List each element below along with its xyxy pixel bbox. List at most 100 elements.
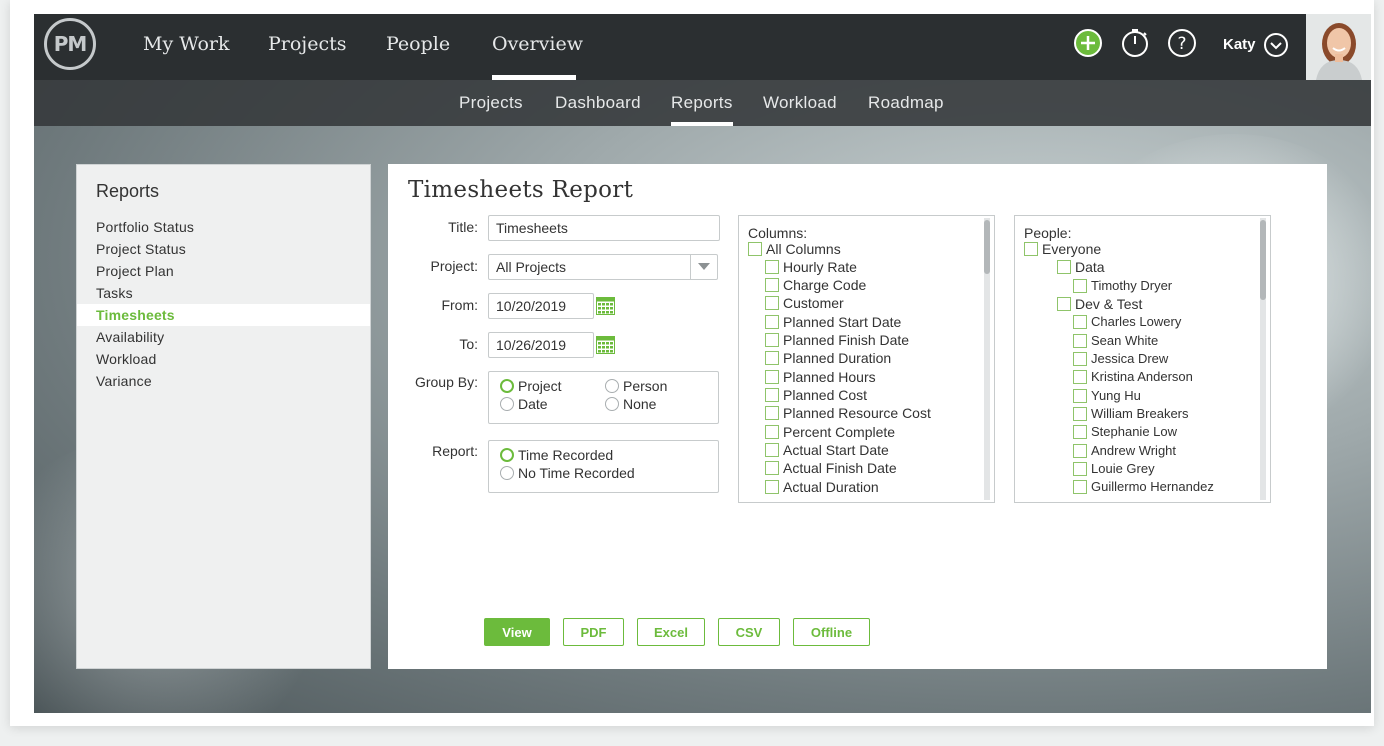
people-group-checkbox[interactable]: Data bbox=[1057, 259, 1105, 275]
csv-button[interactable]: CSV bbox=[718, 618, 780, 646]
columns-scrollbar[interactable] bbox=[984, 218, 990, 500]
column-checkbox[interactable]: Customer bbox=[765, 295, 844, 311]
radio-icon bbox=[500, 466, 514, 480]
people-label: People: bbox=[1024, 225, 1072, 241]
column-checkbox[interactable]: Planned Start Date bbox=[765, 314, 901, 330]
report-label: Report: bbox=[432, 443, 478, 459]
column-checkbox[interactable]: Actual Start Date bbox=[765, 442, 889, 458]
people-group-checkbox[interactable]: Dev & Test bbox=[1057, 296, 1142, 312]
sub-nav-bar: Projects Dashboard Reports Workload Road… bbox=[34, 80, 1371, 126]
column-checkbox[interactable]: Actual Duration bbox=[765, 479, 879, 495]
sidebar-item-availability[interactable]: Availability bbox=[77, 326, 370, 348]
excel-button[interactable]: Excel bbox=[637, 618, 705, 646]
from-label: From: bbox=[441, 297, 478, 313]
dropdown-arrow-icon[interactable] bbox=[690, 255, 717, 279]
svg-text:?: ? bbox=[1177, 34, 1186, 54]
people-list[interactable]: People: Everyone Data Timothy Dryer Dev … bbox=[1014, 215, 1271, 503]
calendar-icon[interactable] bbox=[596, 336, 615, 354]
app-frame: PM My Work Projects People Overview ? Ka bbox=[10, 0, 1374, 726]
timer-icon[interactable] bbox=[1120, 28, 1150, 58]
person-checkbox[interactable]: Sean White bbox=[1073, 333, 1158, 348]
to-label: To: bbox=[459, 336, 478, 352]
people-everyone-checkbox[interactable]: Everyone bbox=[1024, 241, 1101, 257]
person-checkbox[interactable]: Kristina Anderson bbox=[1073, 369, 1193, 384]
pm-logo[interactable]: PM bbox=[44, 18, 96, 70]
report-no-time-recorded-option[interactable]: No Time Recorded bbox=[500, 465, 635, 481]
person-checkbox[interactable]: Guillermo Hernandez bbox=[1073, 479, 1214, 494]
subnav-workload[interactable]: Workload bbox=[763, 93, 837, 113]
column-checkbox[interactable]: Hourly Rate bbox=[765, 259, 857, 275]
column-checkbox[interactable]: Percent Complete bbox=[765, 424, 895, 440]
report-type-options: Time Recorded No Time Recorded bbox=[488, 440, 719, 493]
calendar-icon[interactable] bbox=[596, 297, 615, 315]
nav-projects[interactable]: Projects bbox=[268, 33, 346, 55]
help-icon[interactable]: ? bbox=[1167, 28, 1197, 58]
column-checkbox[interactable]: Charge Code bbox=[765, 277, 866, 293]
sidebar-item-timesheets[interactable]: Timesheets bbox=[77, 304, 370, 326]
reports-sidebar: Reports Portfolio Status Project Status … bbox=[76, 164, 371, 669]
sidebar-item-tasks[interactable]: Tasks bbox=[77, 282, 370, 304]
column-checkbox[interactable]: Planned Duration bbox=[765, 350, 891, 366]
subnav-reports[interactable]: Reports bbox=[671, 93, 733, 113]
person-checkbox[interactable]: William Breakers bbox=[1073, 406, 1189, 421]
person-checkbox[interactable]: Andrew Wright bbox=[1073, 443, 1176, 458]
subnav-roadmap[interactable]: Roadmap bbox=[868, 93, 944, 113]
columns-scroll-thumb[interactable] bbox=[984, 220, 990, 274]
group-by-none-option[interactable]: None bbox=[605, 396, 656, 412]
radio-selected-icon bbox=[500, 448, 514, 462]
group-by-project-option[interactable]: Project bbox=[500, 378, 562, 394]
subnav-projects[interactable]: Projects bbox=[459, 93, 523, 113]
subnav-dashboard[interactable]: Dashboard bbox=[555, 93, 641, 113]
page-title: Timesheets Report bbox=[408, 177, 634, 203]
nav-my-work[interactable]: My Work bbox=[143, 33, 230, 55]
subnav-active-indicator bbox=[671, 122, 733, 126]
to-date-input[interactable] bbox=[488, 332, 594, 358]
nav-overview[interactable]: Overview bbox=[492, 33, 583, 55]
radio-selected-icon bbox=[500, 379, 514, 393]
person-checkbox[interactable]: Louie Grey bbox=[1073, 461, 1155, 476]
column-checkbox[interactable]: Planned Resource Cost bbox=[765, 405, 931, 421]
view-button[interactable]: View bbox=[484, 618, 550, 646]
column-checkbox[interactable]: Planned Hours bbox=[765, 369, 876, 385]
checkbox-icon bbox=[1024, 242, 1038, 256]
person-checkbox[interactable]: Jessica Drew bbox=[1073, 351, 1168, 366]
group-by-date-option[interactable]: Date bbox=[500, 396, 548, 412]
sidebar-item-project-plan[interactable]: Project Plan bbox=[77, 260, 370, 282]
report-panel: Timesheets Report Title: Project: All Pr… bbox=[388, 164, 1327, 669]
columns-list[interactable]: Columns: All Columns Hourly Rate Charge … bbox=[738, 215, 995, 503]
nav-people[interactable]: People bbox=[386, 33, 450, 55]
title-label: Title: bbox=[448, 219, 478, 235]
checkbox-icon bbox=[748, 242, 762, 256]
user-name[interactable]: Katy bbox=[1223, 36, 1256, 53]
people-scrollbar[interactable] bbox=[1260, 218, 1266, 500]
column-checkbox[interactable]: Actual Finish Date bbox=[765, 460, 897, 476]
person-checkbox[interactable]: Timothy Dryer bbox=[1073, 278, 1172, 293]
column-all-checkbox[interactable]: All Columns bbox=[748, 241, 841, 257]
project-label: Project: bbox=[430, 258, 478, 274]
app-window: PM My Work Projects People Overview ? Ka bbox=[34, 14, 1371, 713]
pdf-button[interactable]: PDF bbox=[563, 618, 624, 646]
radio-icon bbox=[500, 397, 514, 411]
person-checkbox[interactable]: Yung Hu bbox=[1073, 388, 1141, 403]
sidebar-item-project-status[interactable]: Project Status bbox=[77, 238, 370, 260]
column-checkbox[interactable]: Planned Finish Date bbox=[765, 332, 909, 348]
top-nav-bar: PM My Work Projects People Overview ? Ka bbox=[34, 14, 1371, 80]
project-select[interactable]: All Projects bbox=[488, 254, 718, 280]
sidebar-item-variance[interactable]: Variance bbox=[77, 370, 370, 392]
report-time-recorded-option[interactable]: Time Recorded bbox=[500, 447, 613, 463]
group-by-label: Group By: bbox=[414, 374, 478, 390]
person-checkbox[interactable]: Stephanie Low bbox=[1073, 424, 1177, 439]
avatar[interactable] bbox=[1306, 14, 1371, 80]
project-select-value: All Projects bbox=[496, 259, 567, 275]
from-date-input[interactable] bbox=[488, 293, 594, 319]
sidebar-item-workload[interactable]: Workload bbox=[77, 348, 370, 370]
chevron-down-icon[interactable] bbox=[1263, 32, 1289, 58]
title-input[interactable] bbox=[488, 215, 720, 241]
offline-button[interactable]: Offline bbox=[793, 618, 870, 646]
person-checkbox[interactable]: Charles Lowery bbox=[1073, 314, 1181, 329]
add-icon[interactable] bbox=[1073, 28, 1103, 58]
people-scroll-thumb[interactable] bbox=[1260, 220, 1266, 300]
sidebar-item-portfolio-status[interactable]: Portfolio Status bbox=[77, 216, 370, 238]
column-checkbox[interactable]: Planned Cost bbox=[765, 387, 867, 403]
group-by-person-option[interactable]: Person bbox=[605, 378, 667, 394]
